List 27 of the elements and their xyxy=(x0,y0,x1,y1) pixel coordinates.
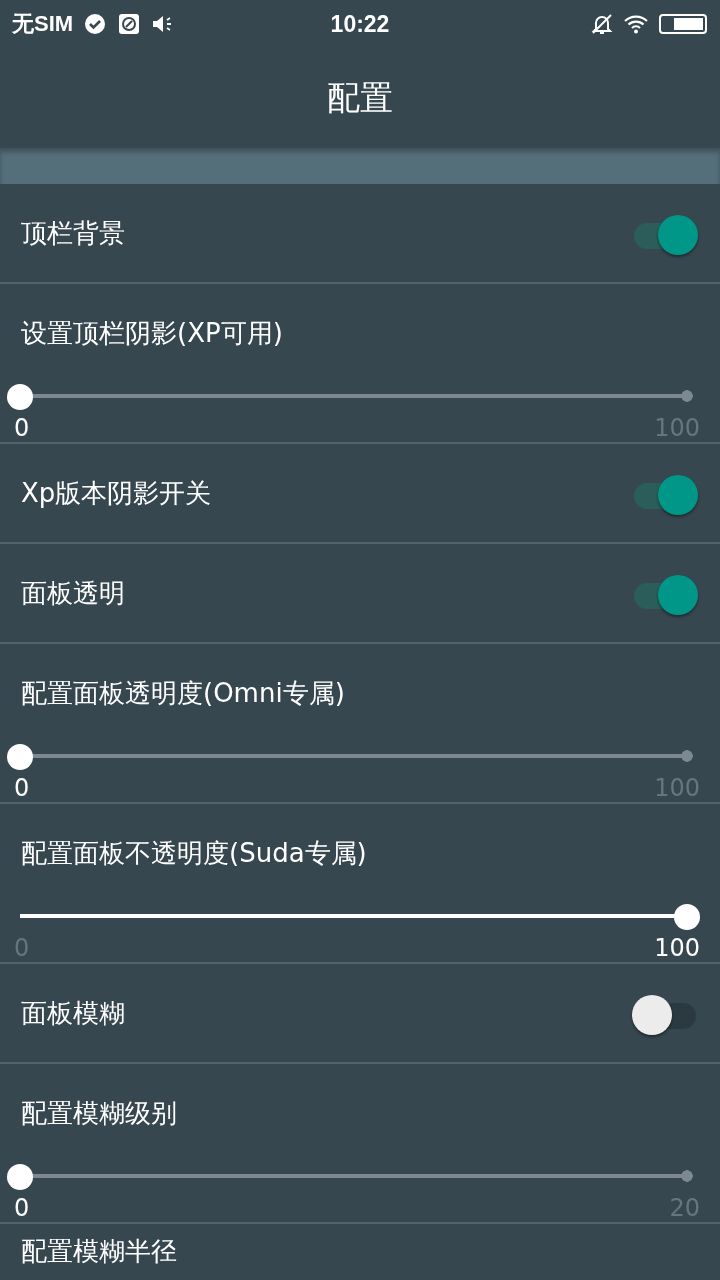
setting-label: Xp版本阴影开关 xyxy=(21,476,212,510)
toggle-switch[interactable] xyxy=(632,213,698,253)
setting-label: 设置顶栏阴影(XP可用) xyxy=(21,317,284,350)
setting-label: 配置模糊级别 xyxy=(21,1097,178,1130)
min-value: 0 xyxy=(14,1194,30,1222)
carrier-text: 无SIM xyxy=(12,10,74,38)
slider-thumb[interactable] xyxy=(674,904,700,930)
max-value: 100 xyxy=(654,934,700,962)
check-circle-icon xyxy=(83,12,108,36)
page-title: 配置 xyxy=(327,76,393,119)
setting-label: 顶栏背景 xyxy=(21,216,125,250)
toggle-switch[interactable] xyxy=(632,573,698,613)
toggle-switch[interactable] xyxy=(632,473,698,513)
min-value: 0 xyxy=(14,774,30,802)
setting-label: 配置面板不透明度(Suda专属) xyxy=(21,837,368,870)
toggle-switch[interactable] xyxy=(632,993,698,1033)
slider-thumb[interactable] xyxy=(7,1164,33,1190)
clock-text: 10:22 xyxy=(330,10,390,38)
battery-icon xyxy=(658,12,708,36)
slider-thumb[interactable] xyxy=(7,384,33,410)
setting-label: 配置模糊半径 xyxy=(21,1236,177,1266)
bell-off-icon xyxy=(590,12,614,36)
slider-thumb[interactable] xyxy=(7,744,33,770)
setting-label: 配置面板透明度(Omni专属) xyxy=(21,677,346,710)
setting-label: 面板模糊 xyxy=(21,996,125,1030)
setting-label: 面板透明 xyxy=(21,576,125,610)
min-value: 0 xyxy=(14,414,30,442)
